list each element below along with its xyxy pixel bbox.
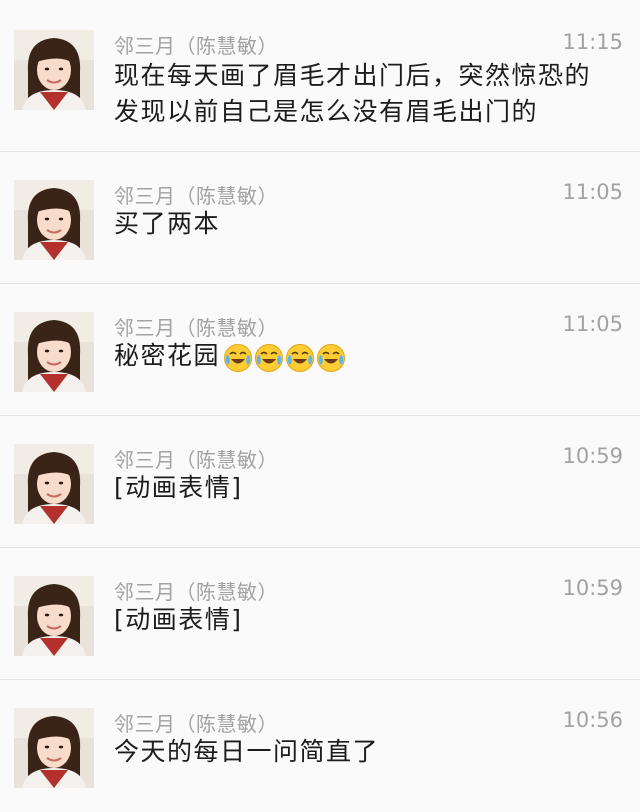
message-search-results: 邻三月（陈慧敏） 11:15 现在每天画了眉毛才出门后，突然惊恐的发现以前自己是… [0,0,640,812]
sender-name: 邻三月（陈慧敏） [114,316,278,340]
message-row[interactable]: 邻三月（陈慧敏） 10:56 今天的每日一问简直了 [0,680,640,812]
message-row[interactable]: 邻三月（陈慧敏） 10:59 [动画表情] [0,416,640,548]
avatar-photo [14,576,94,656]
message-time: 11:05 [562,180,623,204]
avatar-photo [14,708,94,788]
sender-name: 邻三月（陈慧敏） [114,580,278,604]
sender-name: 邻三月（陈慧敏） [114,184,278,208]
avatar[interactable] [14,708,94,788]
avatar[interactable] [14,312,94,392]
message-text: 现在每天画了眉毛才出门后，突然惊恐的发现以前自己是怎么没有眉毛出门的 [114,61,592,126]
avatar-photo [14,312,94,392]
message-text: [动画表情] [114,605,243,634]
message-text: 买了两本 [114,209,221,238]
message-content: 秘密花园 [114,338,614,375]
avatar-photo [14,30,94,110]
message-row[interactable]: 邻三月（陈慧敏） 11:05 买了两本 [0,152,640,284]
sender-name: 邻三月（陈慧敏） [114,712,278,736]
avatar-photo [14,444,94,524]
message-row[interactable]: 邻三月（陈慧敏） 10:59 [动画表情] [0,548,640,680]
avatar[interactable] [14,444,94,524]
message-row[interactable]: 邻三月（陈慧敏） 11:05 秘密花园 [0,284,640,416]
message-text: [动画表情] [114,473,243,502]
avatar[interactable] [14,576,94,656]
avatar[interactable] [14,30,94,110]
message-text: 今天的每日一问简直了 [114,737,380,766]
message-text: 秘密花园 [114,341,221,370]
message-row[interactable]: 邻三月（陈慧敏） 11:15 现在每天画了眉毛才出门后，突然惊恐的发现以前自己是… [0,0,640,152]
sender-name: 邻三月（陈慧敏） [114,34,278,58]
laughing-crying-emoji-icon [286,344,315,372]
sender-name: 邻三月（陈慧敏） [114,448,278,472]
message-time: 10:59 [562,576,623,600]
message-time: 11:05 [562,312,623,336]
avatar[interactable] [14,180,94,260]
emoji-group [222,339,346,375]
avatar-photo [14,180,94,260]
laughing-crying-emoji-icon [224,344,253,372]
message-time: 11:15 [562,30,623,54]
laughing-crying-emoji-icon [255,344,284,372]
laughing-crying-emoji-icon [317,344,346,372]
message-time: 10:56 [562,708,623,732]
message-time: 10:59 [562,444,623,468]
